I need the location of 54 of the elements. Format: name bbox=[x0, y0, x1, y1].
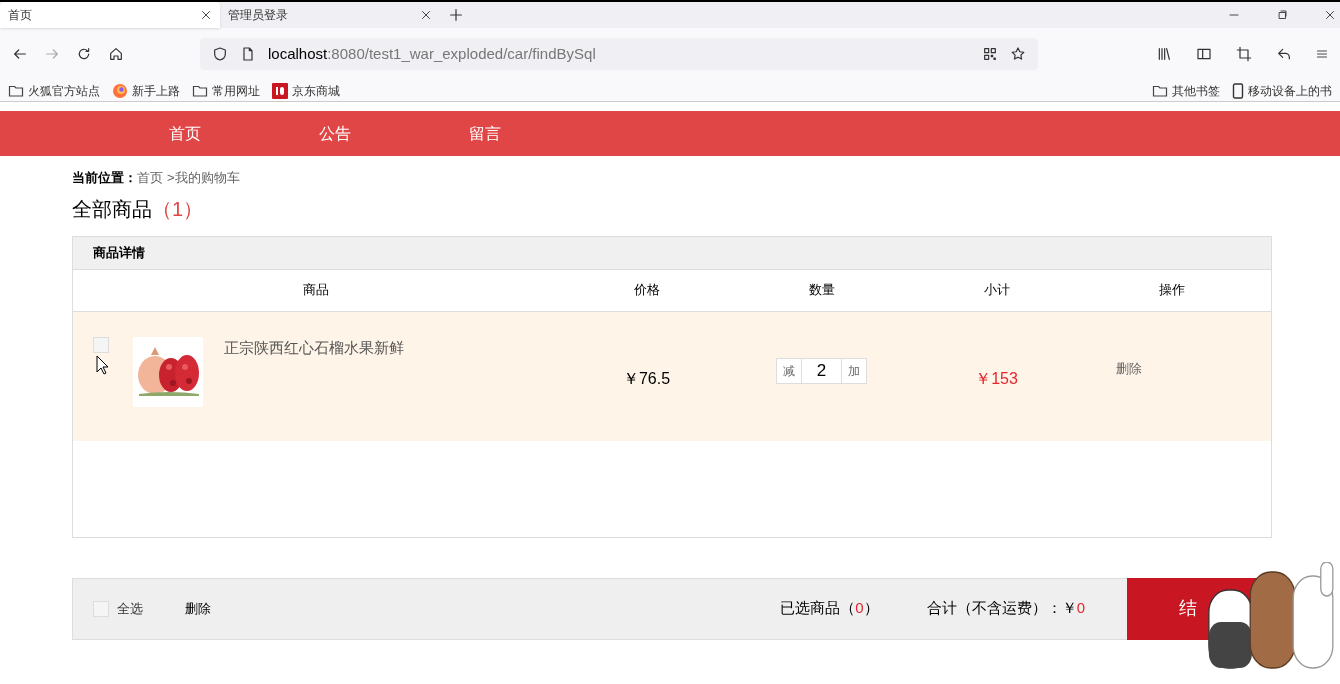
nav-link[interactable]: 公告 bbox=[260, 121, 410, 146]
browser-tab[interactable]: 管理员登录 bbox=[220, 2, 440, 28]
close-icon[interactable] bbox=[200, 9, 212, 21]
plus-icon[interactable] bbox=[448, 7, 464, 23]
bookmark[interactable]: 火狐官方站点 bbox=[8, 81, 100, 100]
column-header: 小计 bbox=[982, 281, 1011, 300]
star-icon[interactable] bbox=[1010, 46, 1026, 62]
bookmark[interactable]: 新手上路 bbox=[112, 81, 180, 100]
page-icon[interactable] bbox=[240, 46, 256, 62]
delete-link[interactable]: 删除 bbox=[1116, 311, 1142, 378]
breadcrumb-label: 当前位置： bbox=[72, 169, 137, 187]
column-header: 数量 bbox=[807, 281, 836, 300]
subtotal: ￥153 bbox=[974, 368, 1019, 389]
back-icon[interactable] bbox=[12, 46, 28, 62]
shield-icon[interactable] bbox=[212, 46, 228, 62]
cursor-icon bbox=[96, 354, 109, 375]
bookmark[interactable]: 京东商城 bbox=[272, 81, 340, 100]
restore-icon[interactable] bbox=[1276, 9, 1288, 21]
undo-icon[interactable] bbox=[1276, 46, 1292, 62]
close-icon[interactable] bbox=[1324, 9, 1336, 21]
close-icon[interactable] bbox=[420, 9, 432, 21]
checkout-button[interactable]: 结 bbox=[1127, 577, 1201, 640]
item-count: （1） bbox=[152, 196, 204, 222]
library-icon[interactable] bbox=[1156, 46, 1172, 62]
phone-icon bbox=[1232, 82, 1244, 99]
price: ￥76.5 bbox=[621, 368, 672, 389]
column-header: 价格 bbox=[632, 281, 661, 300]
column-header: 操作 bbox=[1157, 281, 1186, 300]
total-amount: 合计（不含运费）：￥0 bbox=[926, 598, 1085, 619]
nav-link[interactable]: 留言 bbox=[410, 121, 560, 146]
sidebar-icon[interactable] bbox=[1196, 46, 1212, 62]
checkbox[interactable] bbox=[93, 336, 109, 353]
browser-tab[interactable]: 首页 bbox=[0, 2, 220, 28]
column-header: 商品 bbox=[302, 281, 330, 300]
home-icon[interactable] bbox=[108, 46, 124, 62]
url-text: localhost:8080/test1_war_exploded/car/findBySql bbox=[268, 43, 596, 64]
qr-code-icon[interactable] bbox=[982, 46, 998, 62]
reload-icon[interactable] bbox=[76, 46, 92, 62]
nav-link[interactable]: 首页 bbox=[110, 121, 260, 146]
breadcrumb-link[interactable]: 首页 bbox=[137, 168, 163, 188]
bookmark[interactable]: 其他书签 bbox=[1152, 81, 1220, 100]
crop-icon[interactable] bbox=[1236, 46, 1252, 62]
bookmark[interactable]: 移动设备上的书 bbox=[1232, 81, 1332, 100]
bookmark[interactable]: 常用网址 bbox=[192, 81, 260, 100]
checkbox[interactable] bbox=[93, 600, 109, 617]
product-name[interactable]: 正宗陕西红心石榴水果新鲜 bbox=[224, 336, 404, 359]
address-bar[interactable]: localhost:8080/test1_war_exploded/car/findBySql bbox=[200, 38, 1038, 70]
select-all-label[interactable]: 全选 bbox=[117, 598, 143, 619]
section-title: 商品详情 bbox=[93, 243, 145, 262]
browser-logo-icon bbox=[112, 82, 128, 99]
breadcrumb-current: >我的购物车 bbox=[167, 169, 240, 187]
selected-count: 已选商品（0） bbox=[780, 598, 879, 619]
page-title: 全部商品 bbox=[72, 196, 152, 222]
delete-selected-link[interactable]: 删除 bbox=[185, 598, 211, 619]
